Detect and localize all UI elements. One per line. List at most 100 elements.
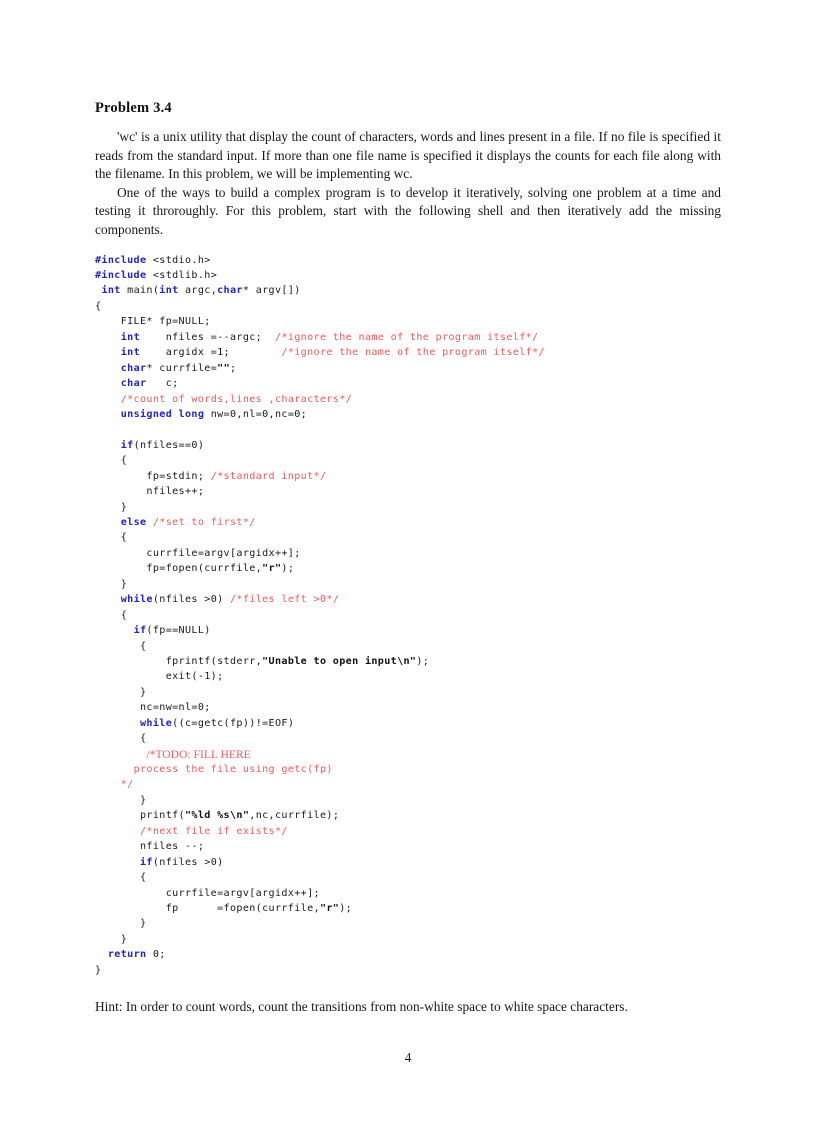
code-line: /*TODO: FILL HERE bbox=[95, 747, 721, 762]
code-line: if(nfiles >0) bbox=[95, 855, 721, 870]
code-token-pl: { bbox=[95, 532, 128, 544]
code-line: nfiles++; bbox=[95, 484, 721, 499]
code-token-pl: (nfiles==0) bbox=[133, 439, 205, 451]
code-token-kw: int bbox=[120, 331, 140, 343]
paragraph-intro: 'wc' is a unix utility that display the … bbox=[95, 129, 721, 182]
code-line: } bbox=[95, 793, 721, 808]
code-token-pl: fprintf(stderr, bbox=[95, 655, 263, 667]
code-line: } bbox=[95, 932, 721, 947]
code-token-pl: c; bbox=[146, 378, 179, 390]
code-token-pl: } bbox=[95, 964, 102, 976]
code-line: printf("%ld %s\n",nc,currfile); bbox=[95, 808, 721, 823]
code-token-pl: argidx =1; bbox=[140, 347, 282, 359]
code-line: process the file using getc(fp) bbox=[95, 762, 721, 777]
code-line: nfiles --; bbox=[95, 839, 721, 854]
code-line: { bbox=[95, 870, 721, 885]
code-line: while(nfiles >0) /*files left >0*/ bbox=[95, 592, 721, 607]
code-line: FILE* fp=NULL; bbox=[95, 314, 721, 329]
code-line: } bbox=[95, 577, 721, 592]
code-line: currfile=argv[argidx++]; bbox=[95, 886, 721, 901]
code-line: fp =fopen(currfile,"r"); bbox=[95, 901, 721, 916]
code-token-str: "r" bbox=[262, 563, 282, 575]
code-listing: #include <stdio.h> #include <stdlib.h> in… bbox=[95, 253, 721, 979]
code-token-kw: char bbox=[120, 362, 147, 374]
code-token-pl: ); bbox=[339, 902, 353, 914]
code-line: /*next file if exists*/ bbox=[95, 824, 721, 839]
code-token-pl: exit(-1); bbox=[95, 671, 224, 683]
code-token-cmr: /*TODO: FILL HERE bbox=[146, 747, 251, 761]
code-token-pl: ; bbox=[230, 362, 237, 374]
code-line: else /*set to first*/ bbox=[95, 515, 721, 530]
page-content: Problem 3.4 'wc' is a unix utility that … bbox=[95, 100, 721, 1030]
code-token-pl: * currfile= bbox=[146, 362, 218, 374]
code-token-pl: <stdlib.h> bbox=[146, 270, 218, 281]
code-token-pl: { bbox=[95, 609, 128, 621]
document-page: Problem 3.4 'wc' is a unix utility that … bbox=[0, 0, 816, 1123]
code-token-kw: return bbox=[107, 949, 147, 961]
code-token-pl: { bbox=[95, 872, 147, 884]
code-token-pl: nfiles --; bbox=[95, 841, 205, 853]
code-token-cm: /*files left >0*/ bbox=[229, 594, 340, 606]
code-line: char* currfile=""; bbox=[95, 361, 721, 376]
code-token-str: "%ld %s\n" bbox=[184, 810, 250, 822]
code-token-cm: /*set to first*/ bbox=[152, 517, 256, 528]
code-token-pl: FILE* fp=NULL; bbox=[95, 316, 211, 328]
code-token-pl: printf( bbox=[95, 810, 185, 822]
code-token-pre: #include bbox=[95, 254, 147, 266]
code-token-pl: fp =fopen(currfile, bbox=[95, 902, 320, 914]
code-token-cm: /*ignore the name of the program itself*… bbox=[274, 331, 539, 343]
code-token-pl: nfiles =--argc; bbox=[140, 331, 275, 343]
code-token-pl: ((c=getc(fp))!=EOF) bbox=[172, 717, 295, 729]
code-line: currfile=argv[argidx++]; bbox=[95, 546, 721, 561]
code-token-pl: { bbox=[95, 733, 147, 745]
code-token-pl: nfiles++; bbox=[95, 486, 205, 498]
code-token-pl: (fp==NULL) bbox=[146, 625, 211, 637]
code-token-kw: while bbox=[140, 717, 173, 729]
code-token-pl: currfile=argv[argidx++]; bbox=[95, 547, 301, 559]
code-token-kw: char bbox=[217, 285, 243, 297]
code-token-pl: ,nc,currfile); bbox=[249, 810, 340, 822]
code-token-pl: fp=stdin; bbox=[95, 470, 211, 482]
code-token-pl: 0; bbox=[146, 949, 166, 961]
code-token-pl: ); bbox=[416, 655, 430, 667]
code-token-kw: char bbox=[120, 378, 147, 390]
code-token-pl: { bbox=[95, 455, 128, 467]
code-token-pl: argc, bbox=[178, 285, 218, 297]
code-token-cm: /*ignore the name of the program itself*… bbox=[281, 347, 545, 359]
page-title: Problem 3.4 bbox=[95, 100, 172, 116]
code-token-cm: /*standard input*/ bbox=[210, 470, 327, 482]
code-token-kw: else bbox=[120, 517, 147, 528]
code-line: { bbox=[95, 639, 721, 654]
code-token-pl: } bbox=[95, 501, 128, 513]
code-line: while((c=getc(fp))!=EOF) bbox=[95, 716, 721, 731]
code-token-pre: #include bbox=[95, 270, 147, 281]
code-line: #include <stdio.h> bbox=[95, 253, 721, 268]
code-token-pl: { bbox=[95, 640, 147, 652]
code-token-pl: currfile=argv[argidx++]; bbox=[95, 887, 320, 899]
code-line: } bbox=[95, 685, 721, 700]
code-token-pl: } bbox=[95, 794, 147, 806]
code-line: } bbox=[95, 500, 721, 515]
code-token-kw: if bbox=[140, 856, 153, 868]
code-token-kw: if bbox=[120, 439, 134, 451]
code-token-kw: while bbox=[120, 594, 153, 606]
code-line: fp=fopen(currfile,"r"); bbox=[95, 561, 721, 576]
code-token-kw: unsigned long bbox=[120, 408, 205, 420]
code-token-cm: /*next file if exists*/ bbox=[140, 825, 288, 837]
code-line: exit(-1); bbox=[95, 669, 721, 684]
code-token-pl: (nfiles >0) bbox=[152, 594, 230, 606]
code-token-cm: */ bbox=[120, 779, 134, 791]
code-line: { bbox=[95, 530, 721, 545]
